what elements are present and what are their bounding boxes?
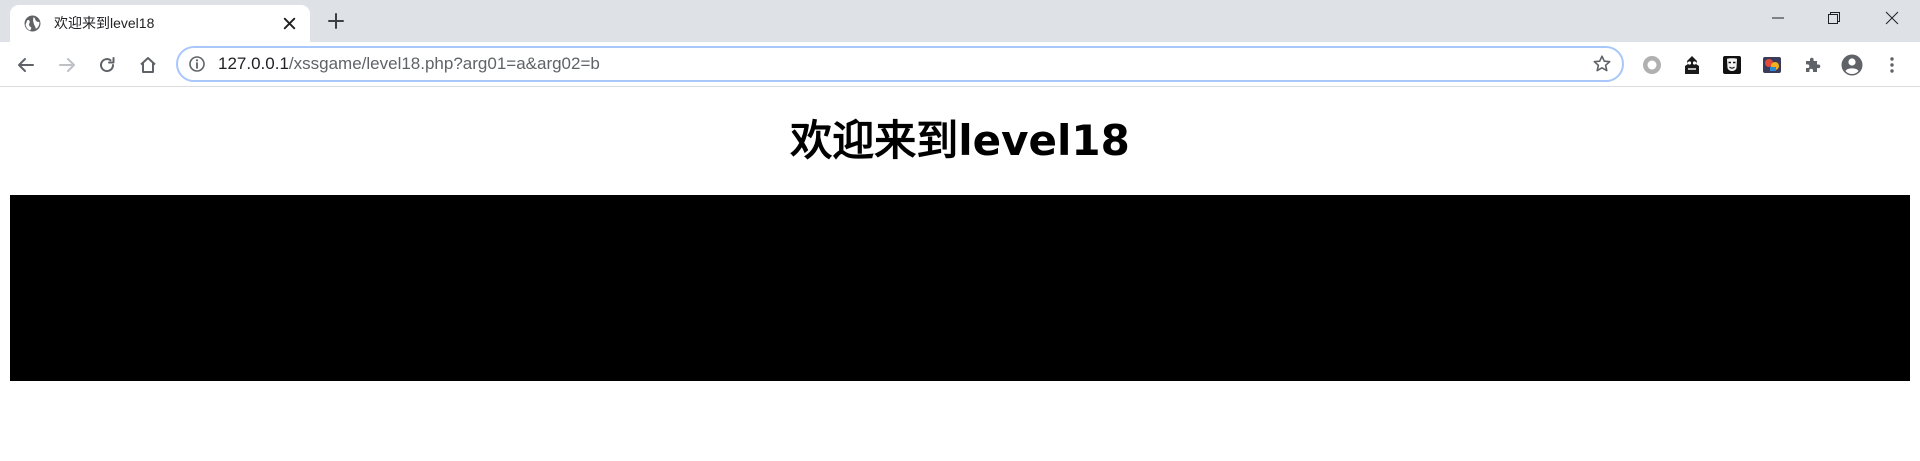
url-host: 127.0.0.1 <box>218 54 289 73</box>
profile-icon <box>1841 54 1863 76</box>
mask-extension-icon <box>1723 56 1741 74</box>
circle-extension-icon <box>1643 56 1661 74</box>
forward-button[interactable] <box>53 51 81 79</box>
tab-strip: 欢迎来到level18 <box>0 0 1920 42</box>
home-icon <box>140 57 156 73</box>
reload-icon <box>100 57 115 73</box>
extension-button-4[interactable] <box>1758 51 1786 79</box>
page-title: 欢迎来到level18 <box>790 116 1130 165</box>
globe-icon <box>24 15 41 32</box>
forward-arrow-icon <box>59 58 75 72</box>
page-content: 欢迎来到level18 <box>0 88 1920 461</box>
tab-title: 欢迎来到level18 <box>54 15 155 31</box>
back-arrow-icon <box>18 58 34 72</box>
embedded-object[interactable] <box>10 195 1910 381</box>
home-button[interactable] <box>134 51 162 79</box>
restore-icon <box>1828 12 1840 24</box>
extension-button-2[interactable] <box>1678 51 1706 79</box>
colorful-extension-icon <box>1763 57 1781 73</box>
address-bar[interactable]: 127.0.0.1/xssgame/level18.php?arg01=a&ar… <box>176 46 1624 82</box>
spy-extension-icon <box>1685 56 1699 74</box>
browser-toolbar: 127.0.0.1/xssgame/level18.php?arg01=a&ar… <box>0 42 1920 87</box>
close-icon[interactable] <box>281 15 298 32</box>
bookmark-star-icon[interactable] <box>1592 54 1612 74</box>
puzzle-icon <box>1806 57 1821 72</box>
minimize-button[interactable] <box>1750 0 1806 36</box>
url-path: /xssgame/level18.php?arg01=a&arg02=b <box>288 54 600 73</box>
reload-button[interactable] <box>93 51 121 79</box>
browser-menu-button[interactable] <box>1878 51 1906 79</box>
extension-button-1[interactable] <box>1638 51 1666 79</box>
extension-button-3[interactable] <box>1718 51 1746 79</box>
restore-button[interactable] <box>1806 0 1862 36</box>
back-button[interactable] <box>12 51 40 79</box>
menu-dots-icon <box>1890 57 1894 73</box>
minimize-icon <box>1772 17 1784 19</box>
url-text[interactable]: 127.0.0.1/xssgame/level18.php?arg01=a&ar… <box>218 54 600 74</box>
close-window-button[interactable] <box>1864 0 1920 36</box>
profile-button[interactable] <box>1838 51 1866 79</box>
plus-icon[interactable] <box>326 11 346 31</box>
extensions-button[interactable] <box>1798 51 1826 79</box>
browser-tab[interactable]: 欢迎来到level18 <box>10 5 310 42</box>
info-icon[interactable] <box>188 55 206 73</box>
close-icon <box>1885 11 1899 25</box>
